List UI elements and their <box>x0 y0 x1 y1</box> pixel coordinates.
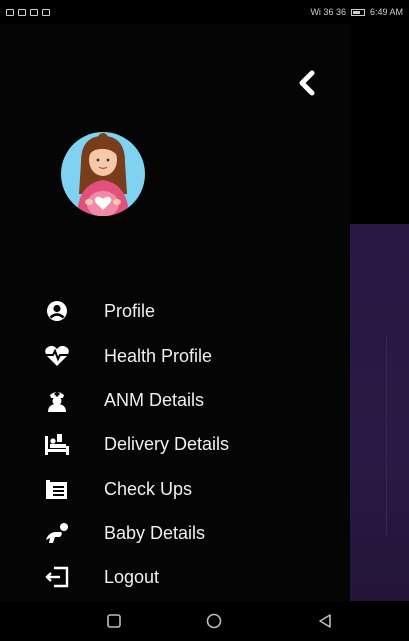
battery-icon <box>350 8 365 16</box>
recents-button[interactable] <box>107 614 121 633</box>
system-nav-bar <box>0 601 409 641</box>
nurse-icon <box>44 387 70 413</box>
chevron-left-icon[interactable] <box>292 68 322 98</box>
notification-icon <box>42 8 50 16</box>
clipboard-icon <box>44 476 70 502</box>
status-system-icons: Wi 36 36 6:49 AM <box>310 7 403 17</box>
menu-item-delivery-details[interactable]: Delivery Details <box>0 428 350 460</box>
hospital-bed-icon <box>44 431 70 457</box>
menu-item-label: Profile <box>104 300 156 321</box>
status-bar: Wi 36 36 6:49 AM <box>0 0 409 24</box>
app-screen: Wi 36 36 6:49 AM Profile Health Profile … <box>0 0 409 641</box>
menu-item-check-ups[interactable]: Check Ups <box>0 473 350 505</box>
network-indicator: Wi 36 36 <box>310 7 346 17</box>
heart-pulse-icon <box>44 343 70 369</box>
baby-crawl-icon <box>44 520 70 546</box>
menu-item-label: Health Profile <box>104 345 213 366</box>
menu-item-label: ANM Details <box>104 389 205 410</box>
menu-item-profile[interactable]: Profile <box>0 295 350 327</box>
content-card-divider <box>386 335 409 535</box>
menu-item-anm-details[interactable]: ANM Details <box>0 384 350 416</box>
menu-item-label: Delivery Details <box>104 433 230 454</box>
status-notification-icons <box>6 8 50 16</box>
navigation-drawer: Profile Health Profile ANM Details Deliv… <box>0 24 350 601</box>
status-time: 6:49 AM <box>369 7 403 17</box>
menu-item-label: Baby Details <box>104 522 206 543</box>
person-icon <box>44 298 70 324</box>
menu-item-baby-details[interactable]: Baby Details <box>0 517 350 549</box>
home-button[interactable] <box>206 613 222 634</box>
menu-item-health-profile[interactable]: Health Profile <box>0 340 350 372</box>
back-button[interactable] <box>318 613 332 634</box>
notification-icon <box>6 8 14 16</box>
logout-icon <box>44 564 70 590</box>
notification-icon <box>18 8 26 16</box>
menu-item-label: Logout <box>104 566 160 587</box>
notification-icon <box>30 8 38 16</box>
avatar[interactable] <box>47 132 159 216</box>
menu-item-logout[interactable]: Logout <box>0 561 350 593</box>
menu-item-label: Check Ups <box>104 478 193 499</box>
